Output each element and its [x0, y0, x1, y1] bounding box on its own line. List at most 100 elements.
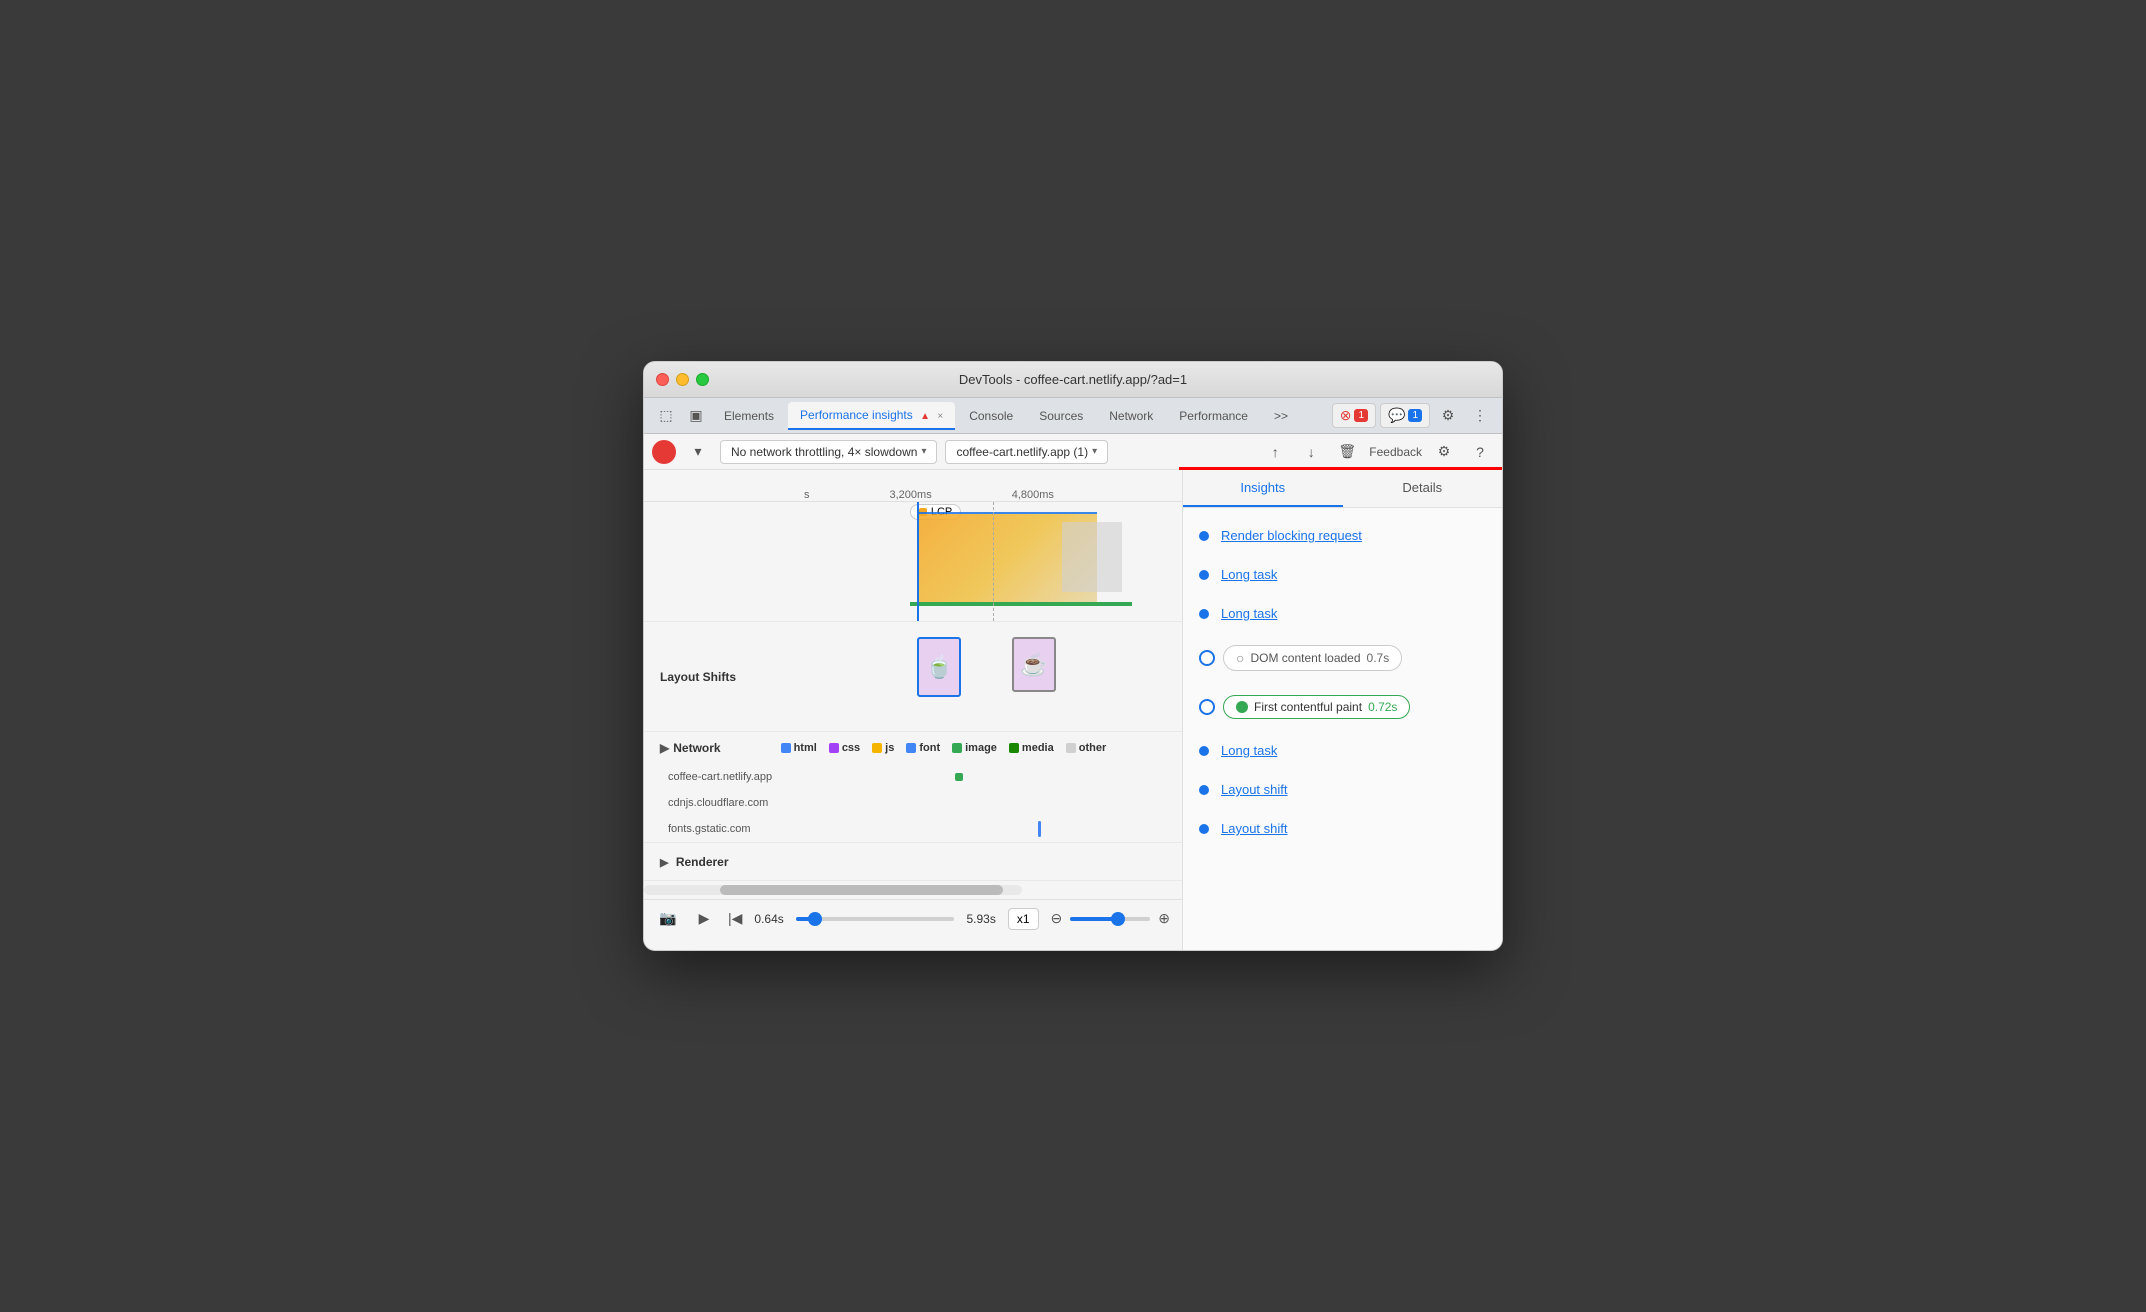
insight-long-task-2[interactable]: Long task [1183, 594, 1502, 633]
legend-dot-html [781, 743, 791, 753]
cursor-icon[interactable]: ⬚ [652, 402, 680, 430]
tab-network[interactable]: Network [1097, 403, 1165, 429]
legend-other: other [1066, 742, 1107, 754]
timeline-scrollbar[interactable] [644, 885, 1022, 895]
zoom-in-icon[interactable]: ⊕ [1158, 910, 1170, 927]
skip-start-icon[interactable]: |◀ [728, 910, 742, 927]
legend-dot-js [872, 743, 882, 753]
insight-dot-1 [1199, 531, 1209, 541]
tab-details[interactable]: Details [1343, 470, 1503, 507]
mug-icon-2: ☕ [1020, 652, 1047, 678]
milestone-dot-dom [1199, 650, 1215, 666]
legend-media: media [1009, 742, 1054, 754]
fcp-time: 0.72s [1368, 700, 1397, 714]
insights-panel: Insights Details Render blocking request… [1182, 470, 1502, 950]
error-badge-button[interactable]: ⊗ 1 [1332, 403, 1376, 428]
bottom-bar: 📷 ▶ |◀ 0.64s 5.93s x1 ⊖ ⊕ [644, 899, 1182, 937]
main-content: s 3,200ms 4,800ms LCP [644, 470, 1502, 950]
message-badge-button[interactable]: 💬 1 [1380, 403, 1430, 428]
insight-long-task-1[interactable]: Long task [1183, 555, 1502, 594]
dom-time: 0.7s [1367, 651, 1390, 665]
legend-font: font [906, 742, 940, 754]
network-expand-icon[interactable]: ▶ [660, 741, 669, 755]
upload-icon[interactable]: ↑ [1261, 438, 1289, 466]
network-legend: html css js font [781, 742, 1107, 754]
layout-shift-link-2[interactable]: Layout shift [1221, 821, 1288, 836]
profile-dropdown-arrow: ▾ [1092, 446, 1097, 457]
tab-sources[interactable]: Sources [1027, 403, 1095, 429]
feedback-button[interactable]: Feedback [1369, 445, 1422, 459]
mug-icon-1: 🍵 [926, 654, 953, 680]
network-name-1: coffee-cart.netlify.app [644, 771, 804, 783]
layout-shifts-content: 🍵 ☕ [804, 622, 1182, 731]
more-options-icon[interactable]: ⋮ [1466, 402, 1494, 430]
green-bar [910, 602, 1132, 606]
long-task-link-2[interactable]: Long task [1221, 606, 1277, 621]
zoom-slider[interactable] [1070, 917, 1150, 921]
legend-dot-font [906, 743, 916, 753]
dashed-line [993, 502, 994, 621]
time-label-4800: 4,800ms [1012, 489, 1054, 501]
insight-long-task-3[interactable]: Long task [1183, 731, 1502, 770]
layout-shift-thumb-1: 🍵 [917, 637, 961, 697]
speed-button[interactable]: x1 [1008, 908, 1039, 930]
insight-dot-3 [1199, 609, 1209, 619]
insights-list: Render blocking request Long task Long t… [1183, 508, 1502, 950]
fcp-green-dot [1236, 701, 1248, 713]
scrollbar-thumb [720, 885, 1004, 895]
legend-js: js [872, 742, 894, 754]
layout-shift-link-1[interactable]: Layout shift [1221, 782, 1288, 797]
timeline-slider[interactable] [796, 917, 955, 921]
play-button[interactable]: ▶ [692, 907, 716, 931]
insight-dom-content-loaded: ○ DOM content loaded 0.7s [1183, 633, 1502, 683]
tab-performance-insights[interactable]: Performance insights ▲ × [788, 402, 955, 430]
download-icon[interactable]: ↓ [1297, 438, 1325, 466]
legend-html: html [781, 742, 817, 754]
device-icon[interactable]: ▣ [682, 402, 710, 430]
tab-elements[interactable]: Elements [712, 403, 786, 429]
dropdown-arrow-icon[interactable]: ▾ [684, 438, 712, 466]
record-button[interactable] [652, 440, 676, 464]
tab-console[interactable]: Console [957, 403, 1025, 429]
network-bar-area-3 [804, 816, 1182, 842]
devtools-tab-bar: ⬚ ▣ Elements Performance insights ▲ × Co… [644, 398, 1502, 434]
maximize-button[interactable] [696, 373, 709, 386]
long-task-link-1[interactable]: Long task [1221, 567, 1277, 582]
zoom-controls: ⊖ ⊕ [1051, 910, 1170, 927]
minimize-button[interactable] [676, 373, 689, 386]
tab-close-icon[interactable]: × [937, 411, 943, 422]
settings2-icon[interactable]: ⚙ [1430, 438, 1458, 466]
tabs-right-actions: ⊗ 1 💬 1 ⚙ ⋮ [1332, 402, 1494, 430]
layout-shifts-row: Layout Shifts 🍵 ☕ [644, 622, 1182, 732]
profile-dropdown[interactable]: coffee-cart.netlify.app (1) ▾ [945, 440, 1108, 464]
screenshot-icon[interactable]: 📷 [656, 907, 680, 931]
lcp-row: LCP [644, 502, 1182, 622]
network-entry-3: fonts.gstatic.com [644, 816, 1182, 842]
total-time: 5.93s [966, 912, 995, 926]
network-bar-blue [1038, 821, 1041, 837]
delete-icon[interactable]: 🗑 [1333, 438, 1361, 466]
close-button[interactable] [656, 373, 669, 386]
zoom-thumb [1111, 912, 1125, 926]
insight-render-blocking[interactable]: Render blocking request [1183, 516, 1502, 555]
insight-layout-shift-2[interactable]: Layout shift [1183, 809, 1502, 848]
title-bar: DevTools - coffee-cart.netlify.app/?ad=1 [644, 362, 1502, 398]
tab-insights[interactable]: Insights [1183, 470, 1343, 507]
error-count: 1 [1354, 409, 1368, 422]
network-bar-green [955, 773, 963, 781]
throttle-dropdown[interactable]: No network throttling, 4× slowdown ▾ [720, 440, 937, 464]
timeline-panel: s 3,200ms 4,800ms LCP [644, 470, 1182, 950]
insight-layout-shift-1[interactable]: Layout shift [1183, 770, 1502, 809]
tab-more[interactable]: >> [1262, 403, 1300, 429]
tab-performance[interactable]: Performance [1167, 403, 1260, 429]
render-blocking-link[interactable]: Render blocking request [1221, 528, 1362, 543]
settings-icon[interactable]: ⚙ [1434, 402, 1462, 430]
slider-thumb [808, 912, 822, 926]
network-bar-area-2 [804, 790, 1182, 816]
throttle-dropdown-arrow: ▾ [921, 446, 926, 457]
insight-dot-5 [1199, 785, 1209, 795]
zoom-out-icon[interactable]: ⊖ [1051, 910, 1063, 927]
layout-shifts-label: Layout Shifts [644, 670, 804, 684]
long-task-link-3[interactable]: Long task [1221, 743, 1277, 758]
help-icon[interactable]: ? [1466, 438, 1494, 466]
